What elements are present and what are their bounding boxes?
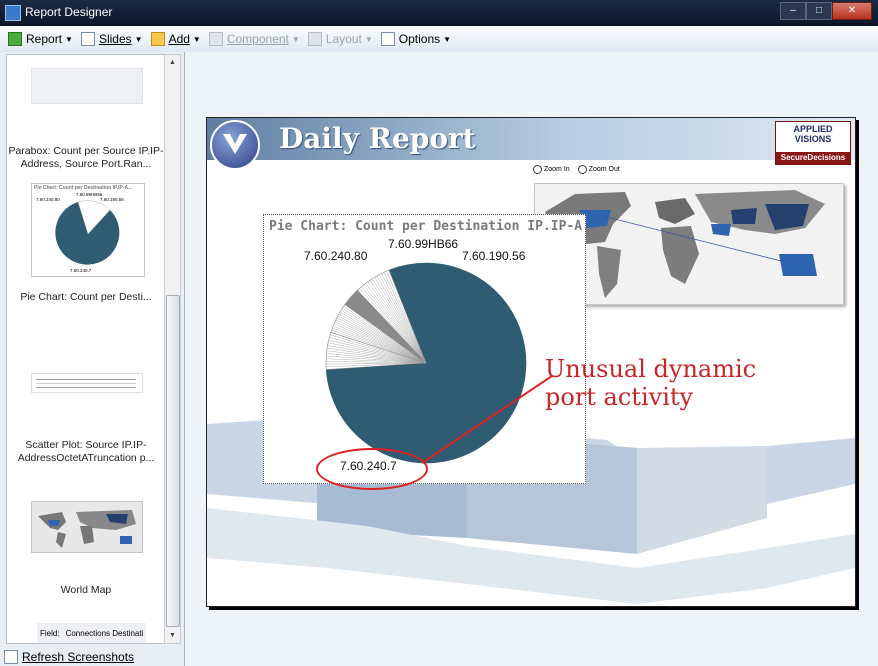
add-menu-label: Add [168,32,190,46]
pie-label: 7.60.99HB66 [388,237,459,251]
zoom-in-button[interactable]: Zoom In [533,165,570,174]
window-controls: – □ ✕ [780,2,872,20]
chevron-down-icon: ▼ [291,34,300,44]
window-title: Report Designer [25,5,113,19]
thumbnail-list[interactable]: Parabox: Count per Source IP.IP-Address,… [6,54,166,644]
layout-menu[interactable]: Layout ▼ [307,32,373,46]
map-zoom-controls: Zoom In Zoom Out [533,165,620,174]
field-value: Connections Destinati [65,628,144,638]
options-icon [380,32,395,46]
chevron-down-icon: ▼ [134,34,143,44]
slide-icon [80,32,95,46]
thumbnail-field-strip[interactable]: Field: Connections Destinati [37,623,146,643]
report-menu[interactable]: Report ▼ [8,32,73,46]
thumbnail-parabox[interactable] [31,68,143,104]
options-menu[interactable]: Options ▼ [380,32,452,46]
slide-title: Daily Report [279,122,476,155]
zoom-out-button[interactable]: Zoom Out [577,165,620,174]
thumbnail-scatter-plot[interactable] [31,373,143,393]
scrollbar-thumb[interactable] [166,295,180,627]
component-icon [208,32,223,46]
pie-chart-component[interactable]: Pie Chart: Count per Destination IP.IP-A… [263,214,606,484]
annotation-line-2: port activity [545,383,694,411]
report-icon [8,32,22,46]
pie-label: 7.60.190.56 [462,249,526,263]
report-menu-label: Report [26,32,63,46]
chevron-down-icon: ▼ [364,34,373,44]
thumbnail-scrollbar[interactable]: ▲ ▼ [164,54,181,644]
thumbnail-caption-pie: Pie Chart: Count per Desti... [20,291,152,303]
app-icon [5,5,21,21]
slide-preview[interactable]: Daily Report APPLIED VISIONS SecureDecis… [206,117,856,607]
add-icon [150,32,165,46]
brand-line-1: APPLIED [793,124,833,134]
component-menu-label: Component [226,32,289,46]
refresh-screenshots-button[interactable]: Refresh Screenshots [4,648,134,666]
slides-menu-label: Slides [98,32,132,46]
thumbnail-caption-scatter: Scatter Plot: Source IP.IP-AddressOctetA… [17,439,155,464]
title-bar: Report Designer – □ ✕ [0,0,878,26]
zoom-in-icon [533,165,542,174]
thumbnail-caption-parabox: Parabox: Count per Source IP.IP-Address,… [8,145,164,170]
slides-menu[interactable]: Slides ▼ [80,32,143,46]
close-button[interactable]: ✕ [832,2,872,20]
brand-line-3: SecureDecisions [776,152,850,164]
v-logo-icon [210,120,260,170]
zoom-out-label: Zoom Out [588,166,620,173]
add-menu[interactable]: Add ▼ [150,32,201,46]
brand-line-2: VISIONS [794,134,832,144]
applied-visions-logo: APPLIED VISIONS SecureDecisions [775,121,851,165]
scroll-up-arrow-icon[interactable]: ▲ [165,55,180,70]
chevron-down-icon: ▼ [443,34,452,44]
thumbnail-caption-map: World Map [60,584,112,596]
chevron-down-icon: ▼ [65,34,73,44]
slide-thumbnail-panel: Parabox: Count per Source IP.IP-Address,… [0,52,185,666]
refresh-screenshots-label: Refresh Screenshots [22,650,135,664]
highlight-ellipse [316,448,428,490]
thumbnail-map-graphic [38,510,136,548]
thumbnail-pie-label: 7.60.99HB66 [76,192,103,197]
layout-menu-label: Layout [325,32,362,46]
pie-label: 7.60.240.80 [304,249,368,263]
thumbnail-pie-label: 7.60.190.56 [100,197,124,202]
chevron-down-icon: ▼ [192,34,201,44]
thumbnail-pie-label: 7.60.240.80 [36,197,60,202]
options-menu-label: Options [398,32,441,46]
zoom-in-label: Zoom In [544,166,570,173]
refresh-icon [4,650,18,664]
layout-icon [307,32,322,46]
scroll-down-arrow-icon[interactable]: ▼ [165,628,180,643]
minimize-button[interactable]: – [780,2,806,20]
component-menu[interactable]: Component ▼ [208,32,300,46]
zoom-out-icon [577,165,587,174]
thumbnail-world-map[interactable] [31,501,143,553]
toolbar: Report ▼ Slides ▼ Add ▼ Component ▼ Layo… [0,26,878,53]
thumbnail-pie-chart[interactable]: Pie Chart: Count per Destination IP.IP-A… [31,183,145,277]
annotation-text: Unusual dynamic port activity [545,355,756,411]
maximize-button[interactable]: □ [806,2,832,20]
field-label: Field: [40,628,60,638]
thumbnail-pie-label: 7.60.240.7 [70,268,92,273]
annotation-line-1: Unusual dynamic [545,355,757,383]
slide-canvas: Daily Report APPLIED VISIONS SecureDecis… [185,52,878,666]
